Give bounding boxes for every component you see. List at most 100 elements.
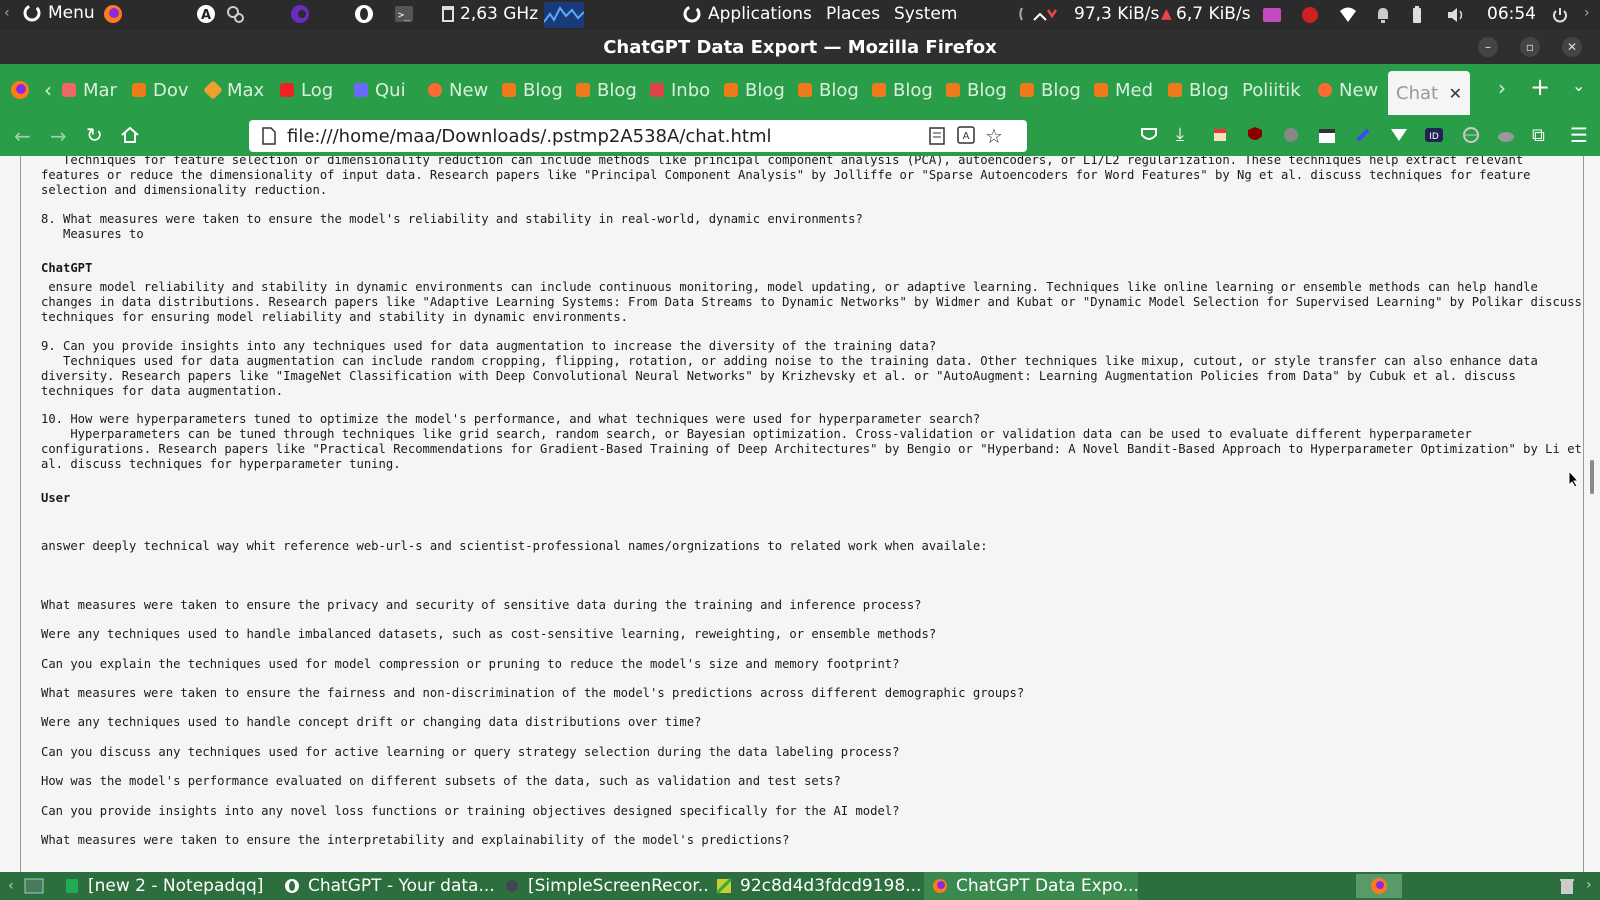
page-info-icon[interactable] bbox=[261, 127, 277, 145]
record-icon[interactable] bbox=[1300, 5, 1320, 25]
panel-scroll-left-icon[interactable]: ‹ bbox=[4, 5, 10, 21]
extension-clipboard-icon[interactable] bbox=[1212, 127, 1228, 143]
home-icon[interactable] bbox=[120, 125, 140, 145]
tab[interactable]: Mar bbox=[56, 70, 126, 110]
cloud-extension-icon[interactable] bbox=[1496, 126, 1516, 144]
downloads-icon[interactable]: ⤓ bbox=[1176, 124, 1184, 145]
menu-button[interactable]: Menu bbox=[22, 3, 95, 23]
pocket-icon[interactable] bbox=[1140, 126, 1158, 144]
media-icon[interactable] bbox=[1262, 6, 1282, 24]
power-icon[interactable] bbox=[1550, 5, 1570, 25]
notifications-bell-icon[interactable] bbox=[1374, 5, 1392, 25]
question-line: Can you explain the techniques used for … bbox=[41, 657, 900, 671]
opera-icon[interactable] bbox=[354, 4, 374, 24]
taskbar-scroll-left-icon[interactable]: ‹ bbox=[4, 878, 18, 894]
tab[interactable]: Blog bbox=[866, 70, 940, 110]
tab-favicon-icon bbox=[132, 83, 146, 97]
firefox-task-icon bbox=[932, 878, 948, 894]
tab-favicon-icon bbox=[724, 83, 738, 97]
close-tab-icon[interactable]: ✕ bbox=[1449, 84, 1462, 103]
url-bar[interactable]: file:///home/maa/Downloads/.pstmp2A538A/… bbox=[249, 120, 1027, 152]
wifi-icon[interactable] bbox=[1338, 5, 1358, 25]
firefox-launcher-icon[interactable] bbox=[103, 4, 123, 24]
show-desktop-icon[interactable] bbox=[22, 876, 46, 896]
taskbar-item-notepadqq[interactable]: [new 2 - Notepadqq] bbox=[56, 872, 276, 900]
app-a-icon[interactable]: A bbox=[196, 4, 216, 24]
tab[interactable]: Blog bbox=[940, 70, 1014, 110]
minimize-icon: – bbox=[1485, 40, 1491, 54]
taskbar-item-chatgpt-opera[interactable]: ChatGPT - Your data... bbox=[276, 872, 496, 900]
close-icon: ✕ bbox=[1566, 40, 1578, 54]
tab-active[interactable]: Chat ✕ bbox=[1388, 71, 1470, 115]
app-purple-icon[interactable] bbox=[290, 4, 310, 24]
list-all-tabs-icon[interactable]: ⌄ bbox=[1572, 76, 1585, 95]
user-prompt: answer deeply technical way whit referen… bbox=[41, 539, 988, 553]
taskbar-item-image-viewer[interactable]: 92c8d4d3fdcd9198... bbox=[708, 872, 924, 900]
tab[interactable]: Blog bbox=[1162, 70, 1236, 110]
answer-text-block: Techniques for feature selection or dime… bbox=[41, 156, 1531, 197]
new-tab-icon[interactable]: + bbox=[1530, 73, 1550, 101]
firefox-view-icon[interactable] bbox=[0, 70, 40, 110]
maximize-button[interactable]: ▫ bbox=[1520, 37, 1540, 57]
tab-favicon-icon bbox=[280, 83, 294, 97]
panel-scroll-right-icon[interactable]: › bbox=[1584, 5, 1590, 21]
tab-favicon-icon bbox=[872, 83, 886, 97]
filter-extension-icon[interactable] bbox=[1390, 126, 1408, 144]
tab[interactable]: Blog bbox=[792, 70, 866, 110]
forward-arrow-icon[interactable]: → bbox=[50, 124, 67, 148]
taskbar-scroll-right-icon[interactable]: › bbox=[1586, 877, 1592, 893]
tab[interactable]: Max bbox=[200, 70, 274, 110]
tab[interactable]: Med bbox=[1088, 70, 1162, 110]
translate-icon[interactable]: A bbox=[957, 126, 975, 144]
taskbar-item-screen-recorder[interactable]: [SimpleScreenRecor... bbox=[496, 872, 708, 900]
terminal-icon[interactable]: >_ bbox=[394, 5, 414, 23]
applications-menu[interactable]: Applications bbox=[682, 4, 812, 24]
id-extension-icon[interactable]: ID bbox=[1424, 126, 1444, 144]
volume-icon[interactable] bbox=[1446, 5, 1466, 25]
calendar-extension-icon[interactable] bbox=[1318, 126, 1336, 144]
battery-icon[interactable] bbox=[1410, 5, 1424, 25]
tab[interactable]: Inbo bbox=[644, 70, 718, 110]
tab[interactable]: Blog bbox=[570, 70, 644, 110]
tab[interactable]: Blog bbox=[718, 70, 792, 110]
tab[interactable]: Blog bbox=[1014, 70, 1088, 110]
places-menu[interactable]: Places bbox=[826, 4, 880, 24]
tab-favicon-icon bbox=[428, 83, 442, 97]
tab-favicon-icon bbox=[62, 83, 76, 97]
ublock-icon[interactable] bbox=[1246, 126, 1264, 144]
close-window-button[interactable]: ✕ bbox=[1562, 37, 1582, 57]
back-arrow-icon[interactable]: ← bbox=[14, 124, 31, 148]
reader-view-icon[interactable] bbox=[929, 127, 945, 145]
extensions-puzzle-icon[interactable]: ⧉ bbox=[1532, 125, 1545, 146]
tab[interactable]: Qui bbox=[348, 70, 422, 110]
taskbar-item-firefox[interactable]: ChatGPT Data Expo... bbox=[924, 872, 1138, 900]
tab[interactable]: Log bbox=[274, 70, 348, 110]
network-activity-icon bbox=[1018, 4, 1058, 24]
minimize-button[interactable]: – bbox=[1478, 37, 1498, 57]
tabs-scroll-right-icon[interactable]: › bbox=[1498, 76, 1506, 100]
bookmark-star-icon[interactable]: ☆ bbox=[985, 124, 1003, 148]
tab[interactable]: Blog bbox=[496, 70, 570, 110]
trash-icon[interactable] bbox=[1558, 877, 1576, 895]
reload-icon[interactable]: ↻ bbox=[86, 123, 103, 147]
window-titlebar: ChatGPT Data Export — Mozilla Firefox bbox=[0, 30, 1600, 64]
system-menu[interactable]: System bbox=[894, 4, 957, 24]
notepadqq-icon bbox=[64, 878, 80, 894]
vertical-scrollbar-thumb[interactable] bbox=[1590, 460, 1594, 494]
clock[interactable]: 06:54 bbox=[1487, 4, 1536, 24]
gears-icon[interactable] bbox=[225, 4, 245, 24]
hamburger-menu-icon[interactable]: ☰ bbox=[1570, 123, 1588, 147]
tab-favicon-icon bbox=[354, 83, 368, 97]
globe-extension-icon[interactable] bbox=[1462, 126, 1480, 144]
question-line: Can you discuss any techniques used for … bbox=[41, 745, 900, 759]
tab[interactable]: New bbox=[422, 70, 496, 110]
tabs-scroll-left-icon[interactable]: ‹ bbox=[40, 78, 56, 102]
workspace-firefox-icon[interactable] bbox=[1356, 874, 1402, 898]
tab[interactable]: Dov bbox=[126, 70, 200, 110]
link-extension-icon[interactable] bbox=[1354, 126, 1372, 144]
tab[interactable]: Poliitik bbox=[1236, 70, 1312, 110]
tab[interactable]: New bbox=[1312, 70, 1382, 110]
svg-text:>_: >_ bbox=[398, 10, 411, 21]
active-tab-label: Chat bbox=[1396, 82, 1439, 104]
extension-puzzle-grey-icon[interactable] bbox=[1282, 126, 1300, 144]
